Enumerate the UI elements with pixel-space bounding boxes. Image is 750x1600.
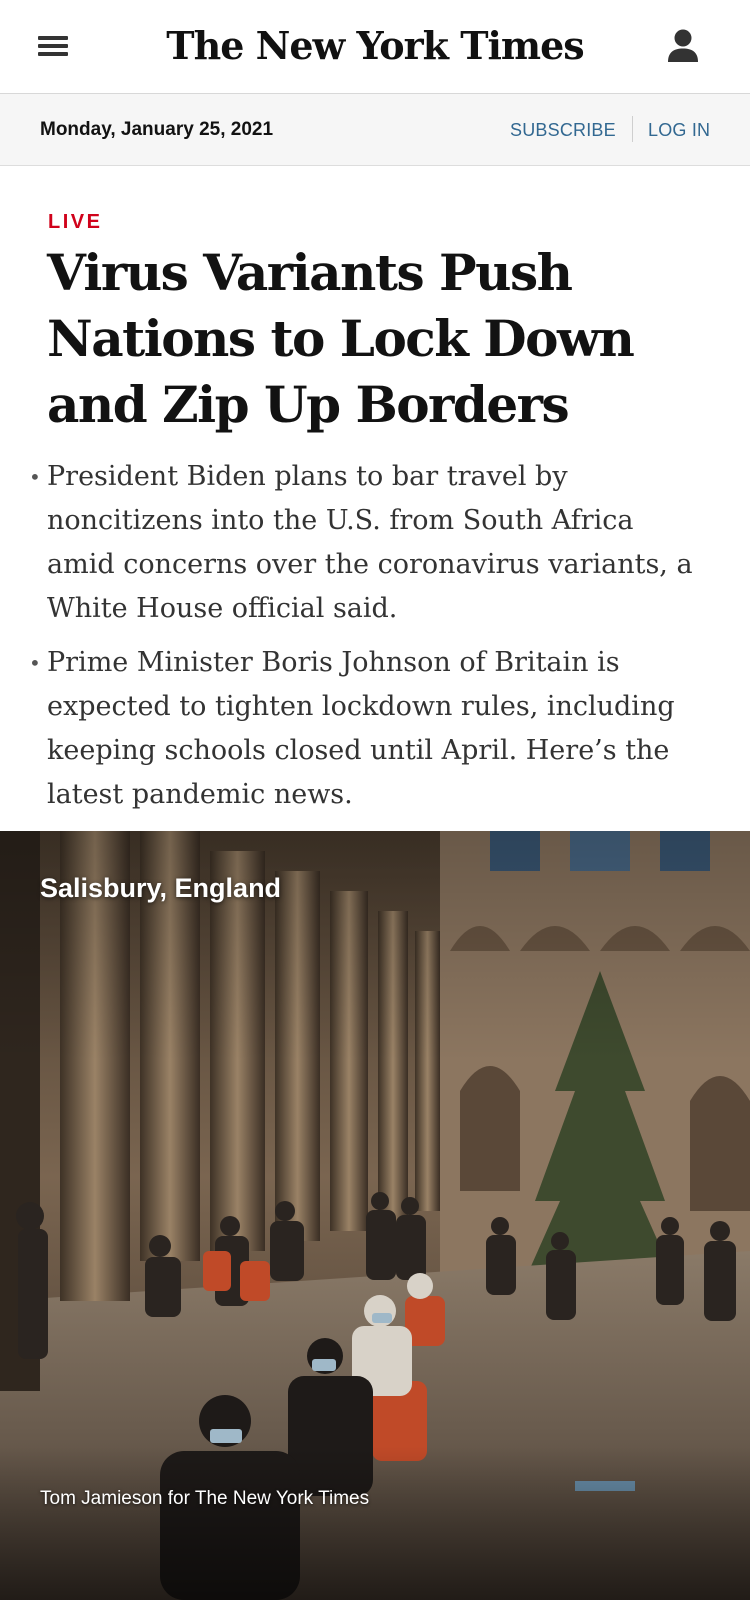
nyt-logo[interactable]: The New York Times [0, 21, 750, 71]
story-summary-list: • President Biden plans to bar travel by… [29, 455, 707, 827]
photo-credit: Tom Jamieson for The New York Times [40, 1488, 370, 1509]
current-date: Monday, January 25, 2021 [40, 119, 274, 140]
bullet-icon: • [29, 465, 41, 489]
bullet-icon: • [29, 651, 41, 675]
headline-link[interactable]: Virus Variants Push Nations to Lock Down… [47, 240, 727, 438]
user-account-icon[interactable] [666, 28, 700, 66]
lead-photo[interactable] [0, 831, 750, 1600]
summary-item[interactable]: • President Biden plans to bar travel by… [29, 455, 707, 631]
photo-dateline: Salisbury, England [40, 873, 282, 903]
login-link[interactable]: LOG IN [648, 118, 710, 142]
top-header: The New York Times [0, 0, 750, 94]
live-label: LIVE [48, 211, 103, 233]
cathedral-vaccination-photo [0, 831, 750, 1600]
summary-text: Prime Minister Boris Johnson of Britain … [47, 647, 675, 810]
nav-divider [632, 116, 633, 142]
date-bar: Monday, January 25, 2021 SUBSCRIBE LOG I… [0, 94, 750, 166]
summary-item[interactable]: • Prime Minister Boris Johnson of Britai… [29, 641, 707, 817]
summary-text: President Biden plans to bar travel by n… [47, 461, 693, 624]
subscribe-link[interactable]: SUBSCRIBE [510, 118, 616, 142]
